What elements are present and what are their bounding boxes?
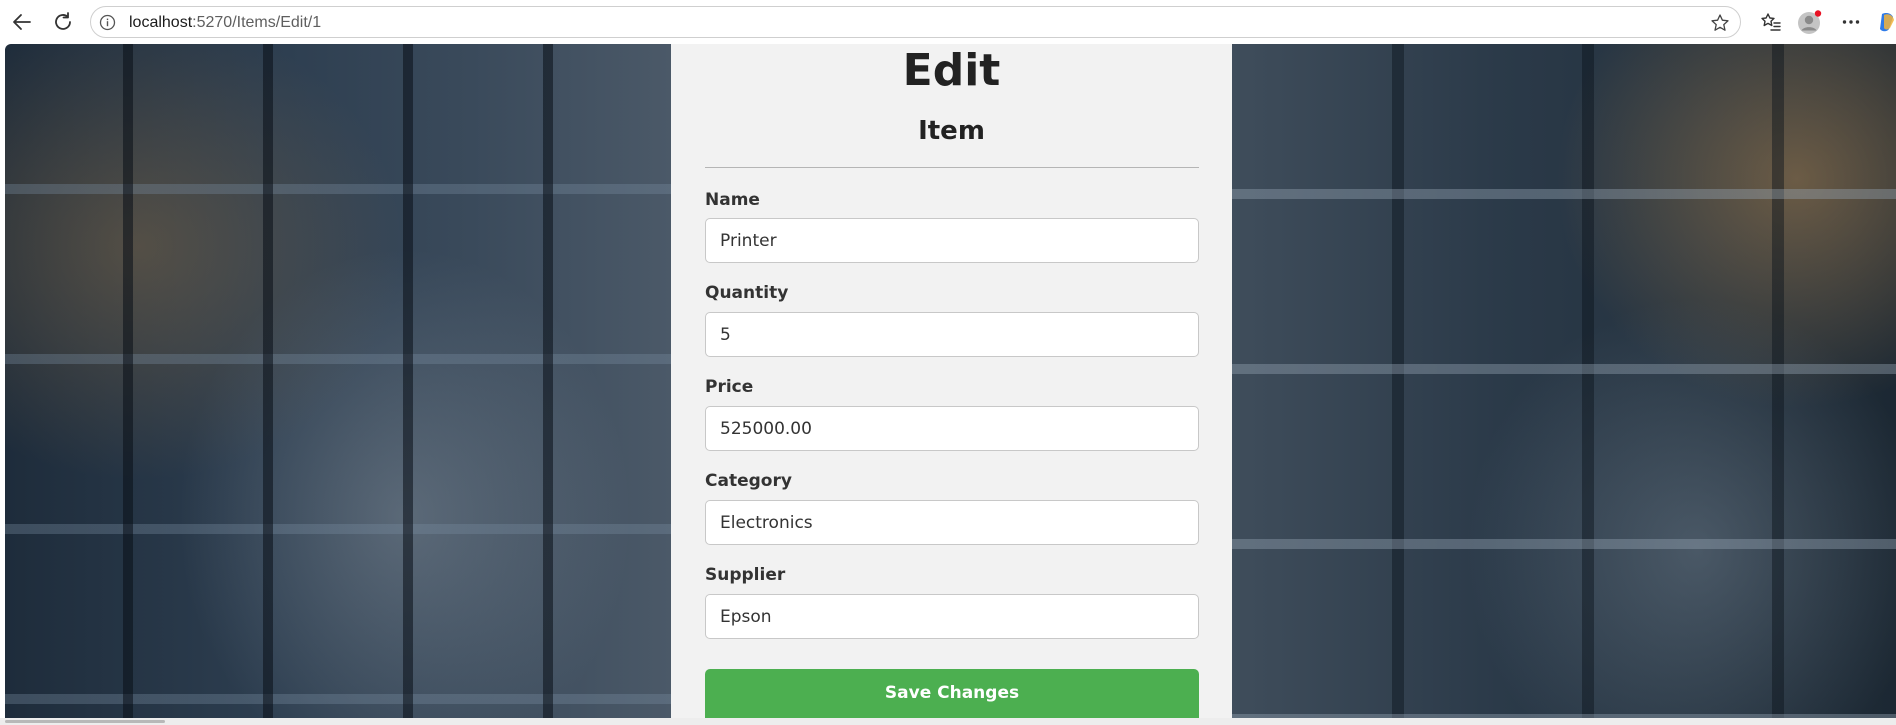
save-changes-button[interactable]: Save Changes xyxy=(705,669,1199,718)
profile-button[interactable] xyxy=(1797,9,1823,35)
reload-icon xyxy=(55,12,71,30)
warehouse-background-right xyxy=(1232,44,1896,718)
quantity-input[interactable] xyxy=(705,312,1199,357)
star-icon xyxy=(1711,14,1729,31)
supplier-input[interactable] xyxy=(705,594,1199,639)
quantity-label: Quantity xyxy=(705,283,789,303)
profile-icon xyxy=(1798,10,1822,34)
favorite-star-button[interactable] xyxy=(1708,11,1732,35)
category-input[interactable] xyxy=(705,500,1199,545)
more-button[interactable] xyxy=(1838,9,1864,35)
divider xyxy=(705,167,1199,168)
price-label: Price xyxy=(705,377,754,397)
address-bar[interactable]: localhost:5270/Items/Edit/1 xyxy=(90,6,1741,38)
page-title: Edit xyxy=(902,45,1001,96)
arrow-left-icon xyxy=(13,14,31,30)
copilot-icon xyxy=(1880,13,1894,32)
copilot-button[interactable] xyxy=(1876,9,1896,35)
url-text[interactable]: localhost:5270/Items/Edit/1 xyxy=(129,14,321,32)
horizontal-scrollbar[interactable] xyxy=(0,718,1896,725)
favorites-button[interactable] xyxy=(1758,9,1784,35)
site-info-button[interactable] xyxy=(98,13,117,32)
category-label: Category xyxy=(705,471,792,491)
url-path: :5270/Items/Edit/1 xyxy=(192,14,322,31)
info-circle-icon xyxy=(99,14,116,31)
back-button[interactable] xyxy=(8,8,36,36)
supplier-label: Supplier xyxy=(705,565,786,585)
name-label: Name xyxy=(705,190,760,210)
scrollbar-thumb[interactable] xyxy=(5,720,165,723)
warehouse-background-left xyxy=(5,44,671,718)
browser-toolbar: localhost:5270/Items/Edit/1 xyxy=(0,0,1896,44)
page-viewport: Edit Item Name Quantity Price Category S… xyxy=(5,44,1896,718)
url-host: localhost xyxy=(129,14,193,31)
page-subtitle: Item xyxy=(918,116,985,146)
name-input[interactable] xyxy=(705,218,1199,263)
price-input[interactable] xyxy=(705,406,1199,451)
reload-button[interactable] xyxy=(49,8,77,36)
more-icon xyxy=(1842,20,1860,24)
edit-item-panel: Edit Item Name Quantity Price Category S… xyxy=(671,44,1232,718)
favorites-icon xyxy=(1761,13,1781,31)
